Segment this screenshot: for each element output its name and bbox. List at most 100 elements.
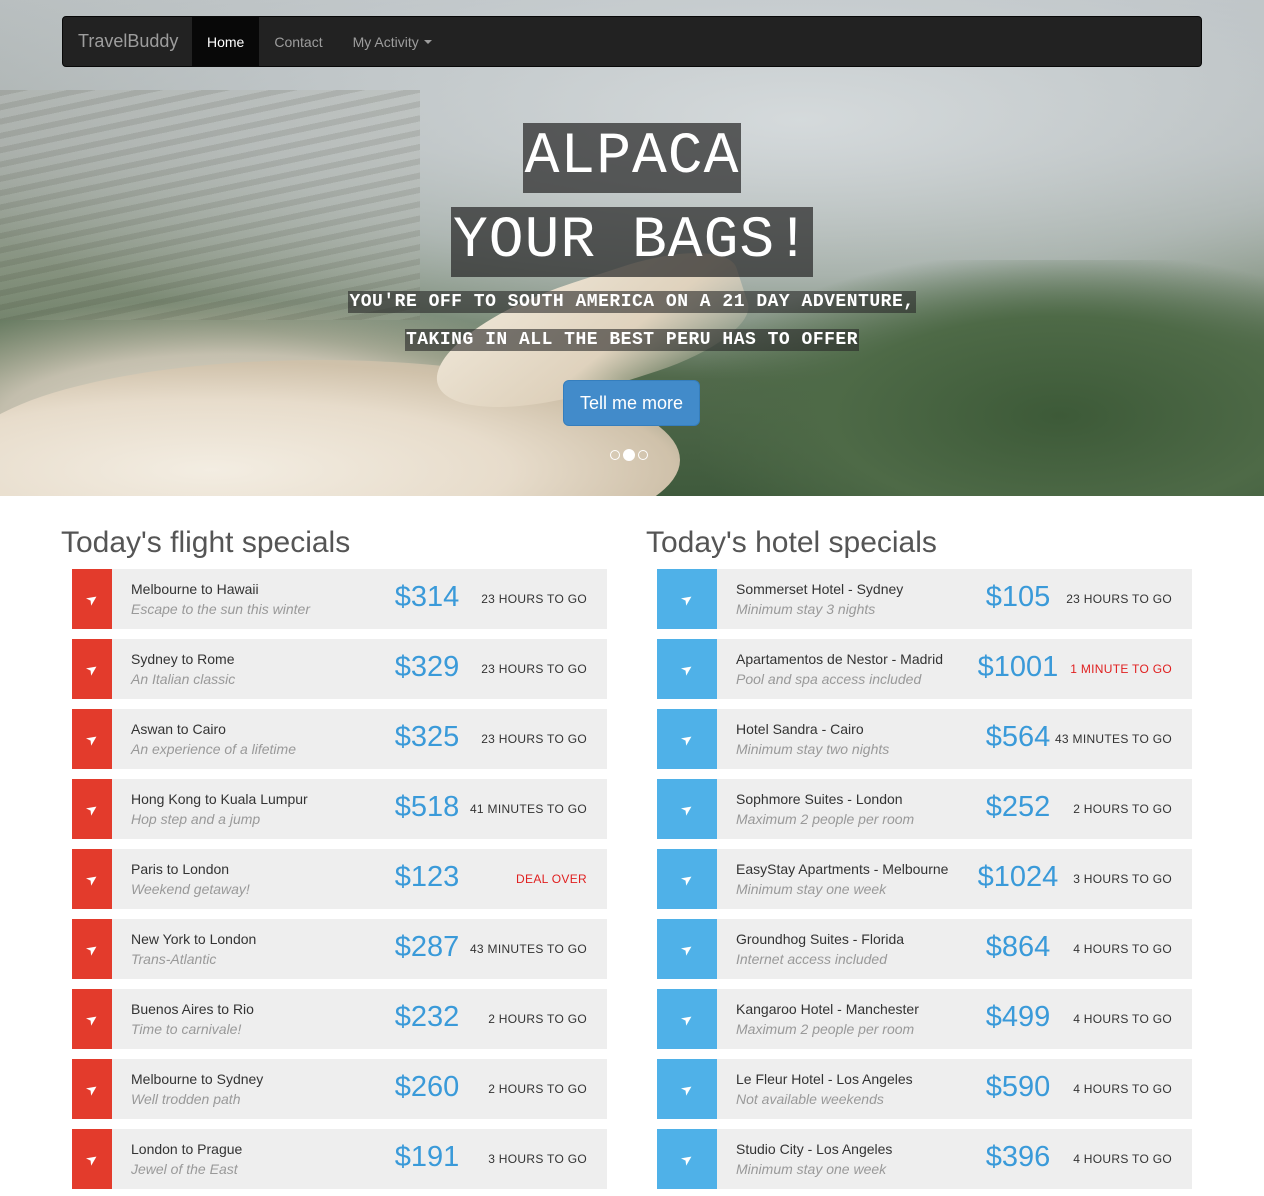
flight-special-icon-box: ➤ <box>72 1059 112 1119</box>
carousel-indicator-3[interactable] <box>638 450 648 460</box>
flight-special-title: Aswan to Cairo <box>131 721 226 737</box>
hotel-special-timer: 23 HOURS TO GO <box>1066 592 1172 606</box>
hotel-special-item[interactable]: ➤ Kangaroo Hotel - Manchester Maximum 2 pe… <box>657 989 1192 1049</box>
hotel-special-item[interactable]: ➤ Apartamentos de Nestor - Madrid Pool and… <box>657 639 1192 699</box>
hotel-special-icon-box: ➤ <box>657 919 717 979</box>
hotel-special-item[interactable]: ➤ Hotel Sandra - Cairo Minimum stay two ni… <box>657 709 1192 769</box>
flight-special-timer: 2 HOURS TO GO <box>488 1012 587 1026</box>
hotel-special-price: $499 <box>985 1001 1051 1033</box>
flight-special-icon-box: ➤ <box>72 709 112 769</box>
hotel-specials-list: ➤ Sommerset Hotel - Sydney Minimum stay 3 … <box>657 569 1192 1196</box>
hotel-special-title: Apartamentos de Nestor - Madrid <box>736 651 943 667</box>
flight-special-timer: 43 MINUTES TO GO <box>469 942 587 956</box>
flight-special-item[interactable]: ➤ New York to London Trans-Atlantic $287 43 … <box>72 919 607 979</box>
hotel-special-item[interactable]: ➤ Le Fleur Hotel - Los Angeles Not availab… <box>657 1059 1192 1119</box>
hotel-special-title: Kangaroo Hotel - Manchester <box>736 1001 919 1017</box>
hero-carousel: TravelBuddy Home Contact My Activity ALP… <box>0 0 1264 496</box>
hotel-special-title: Studio City - Los Angeles <box>736 1141 893 1157</box>
hotel-special-item[interactable]: ➤ EasyStay Apartments - Melbourne Minimum … <box>657 849 1192 909</box>
flight-special-title: Paris to London <box>131 861 230 877</box>
flight-special-icon-box: ➤ <box>72 639 112 699</box>
hotel-special-subtitle: Internet access included <box>736 951 887 967</box>
plane-icon: ➤ <box>677 939 697 959</box>
flight-special-timer: 3 HOURS TO GO <box>488 1152 587 1166</box>
plane-icon: ➤ <box>82 939 102 959</box>
flight-specials-title: Today's flight specials <box>61 526 351 559</box>
hotel-special-subtitle: Not available weekends <box>736 1091 884 1107</box>
hero-subline-1: YOU'RE OFF TO SOUTH AMERICA ON A 21 DAY … <box>348 291 916 313</box>
hotel-special-timer: 2 HOURS TO GO <box>1073 802 1172 816</box>
flight-special-subtitle: Jewel of the East <box>131 1161 238 1177</box>
flight-special-price: $287 <box>394 931 460 963</box>
plane-icon: ➤ <box>677 1149 697 1169</box>
hotel-special-subtitle: Maximum 2 people per room <box>736 1021 915 1037</box>
plane-icon: ➤ <box>82 659 102 679</box>
hotel-special-item[interactable]: ➤ Sophmore Suites - London Maximum 2 peopl… <box>657 779 1192 839</box>
nav-item-my-activity-dropdown[interactable]: My Activity <box>338 17 447 66</box>
carousel-indicator-1[interactable] <box>610 450 620 460</box>
hero-headline-line-1: ALPACA <box>522 123 742 193</box>
flight-special-title: New York to London <box>131 931 257 947</box>
hotel-special-icon-box: ➤ <box>657 709 717 769</box>
navbar-brand[interactable]: TravelBuddy <box>63 17 192 66</box>
flight-special-item[interactable]: ➤ Sydney to Rome An Italian classic $329 23 … <box>72 639 607 699</box>
hotel-special-subtitle: Minimum stay one week <box>736 1161 887 1177</box>
hotel-special-title: EasyStay Apartments - Melbourne <box>736 861 949 877</box>
flight-special-item[interactable]: ➤ Buenos Aires to Rio Time to carnivale! $2… <box>72 989 607 1049</box>
hotel-special-subtitle: Pool and spa access included <box>736 671 922 687</box>
flight-special-item[interactable]: ➤ Aswan to Cairo An experience of a lifeti… <box>72 709 607 769</box>
flight-special-item[interactable]: ➤ London to Prague Jewel of the East $191 3 … <box>72 1129 607 1189</box>
nav-item-contact-label: Contact <box>274 33 323 50</box>
hotel-special-timer: 4 HOURS TO GO <box>1073 1152 1172 1166</box>
plane-icon: ➤ <box>677 1079 697 1099</box>
flight-special-timer: 2 HOURS TO GO <box>488 1082 587 1096</box>
flight-special-price: $329 <box>394 651 460 683</box>
flight-special-price: $260 <box>394 1071 460 1103</box>
flight-special-item[interactable]: ➤ Paris to London Weekend getaway! $123 DEAL… <box>72 849 607 909</box>
flight-special-subtitle: Weekend getaway! <box>131 881 250 897</box>
flight-special-item[interactable]: ➤ Melbourne to Sydney Well trodden path $26… <box>72 1059 607 1119</box>
flight-special-title: Hong Kong to Kuala Lumpur <box>131 791 308 807</box>
hotel-special-title: Sommerset Hotel - Sydney <box>736 581 904 597</box>
plane-icon: ➤ <box>82 729 102 749</box>
flight-special-item[interactable]: ➤ Melbourne to Hawaii Escape to the sun th… <box>72 569 607 629</box>
flight-special-price: $314 <box>394 581 460 613</box>
hotel-special-item[interactable]: ➤ Groundhog Suites - Florida Internet acce… <box>657 919 1192 979</box>
hotel-special-icon-box: ➤ <box>657 569 717 629</box>
hotel-special-icon-box: ➤ <box>657 989 717 1049</box>
plane-icon: ➤ <box>82 869 102 889</box>
flight-special-timer: DEAL OVER <box>516 872 587 886</box>
navbar: TravelBuddy Home Contact My Activity <box>62 16 1202 67</box>
hotel-special-icon-box: ➤ <box>657 849 717 909</box>
flight-special-title: Sydney to Rome <box>131 651 235 667</box>
hotel-special-item[interactable]: ➤ Studio City - Los Angeles Minimum stay o… <box>657 1129 1192 1189</box>
flight-special-title: Melbourne to Sydney <box>131 1071 264 1087</box>
nav-item-my-activity-label: My Activity <box>352 33 419 50</box>
hotel-special-subtitle: Minimum stay two nights <box>736 741 890 757</box>
tell-me-more-button[interactable]: Tell me more <box>563 380 700 426</box>
plane-icon: ➤ <box>82 1009 102 1029</box>
flight-special-icon-box: ➤ <box>72 779 112 839</box>
flight-special-subtitle: Hop step and a jump <box>131 811 261 827</box>
hotel-special-icon-box: ➤ <box>657 779 717 839</box>
flight-special-timer: 23 HOURS TO GO <box>481 592 587 606</box>
nav-item-home[interactable]: Home <box>192 17 260 66</box>
nav-item-contact[interactable]: Contact <box>259 17 337 66</box>
flight-special-subtitle: An Italian classic <box>131 671 236 687</box>
flight-special-price: $325 <box>394 721 460 753</box>
hotel-specials-title: Today's hotel specials <box>646 526 937 559</box>
flight-special-icon-box: ➤ <box>72 989 112 1049</box>
plane-icon: ➤ <box>82 589 102 609</box>
flight-special-item[interactable]: ➤ Hong Kong to Kuala Lumpur Hop step and a… <box>72 779 607 839</box>
carousel-indicator-2[interactable] <box>623 449 635 461</box>
hotel-special-price: $396 <box>985 1141 1051 1173</box>
plane-icon: ➤ <box>677 589 697 609</box>
hotel-special-item[interactable]: ➤ Sommerset Hotel - Sydney Minimum stay 3 … <box>657 569 1192 629</box>
plane-icon: ➤ <box>82 1079 102 1099</box>
hero-headline-line-2-row: YOUR BAGS! <box>0 207 1264 277</box>
hotel-special-timer: 1 MINUTE TO GO <box>1070 662 1172 676</box>
hotel-special-icon-box: ➤ <box>657 1129 717 1189</box>
plane-icon: ➤ <box>677 869 697 889</box>
hotel-special-timer: 4 HOURS TO GO <box>1073 1012 1172 1026</box>
plane-icon: ➤ <box>82 799 102 819</box>
